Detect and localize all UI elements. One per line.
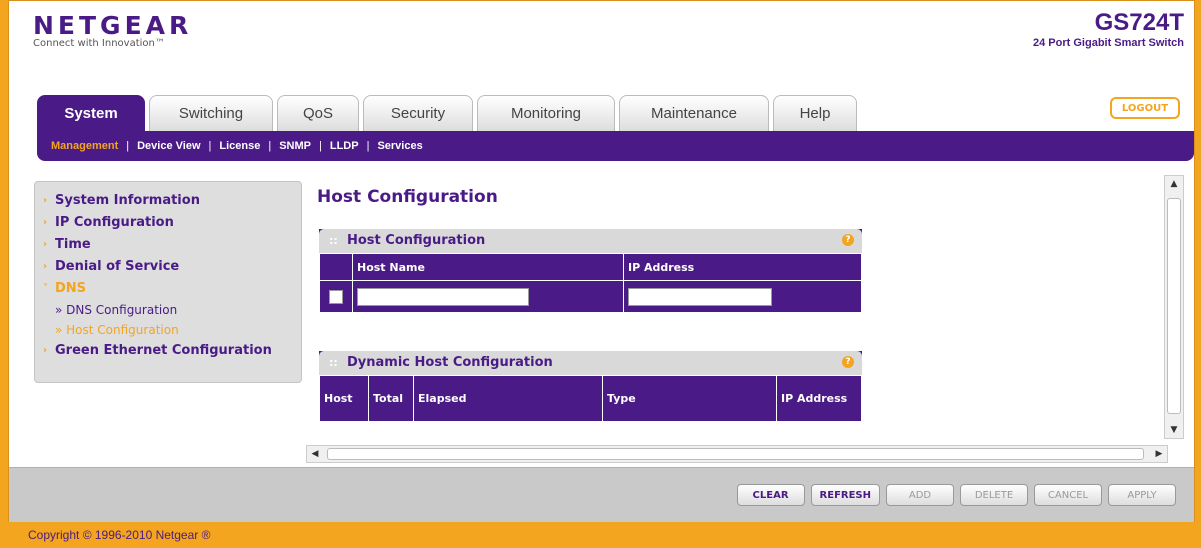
row-checkbox[interactable] bbox=[329, 289, 343, 304]
app-frame: NETGEAR Connect with Innovation™ GS724T … bbox=[8, 0, 1195, 522]
model-name: GS724T bbox=[1094, 9, 1184, 36]
sidebar-subitem-dns-configuration[interactable]: » DNS Configuration bbox=[35, 300, 301, 320]
dynamic-host-table: Host Total Elapsed Type IP Address bbox=[319, 375, 862, 422]
main-tabs: System Switching QoS Security Monitoring… bbox=[37, 95, 857, 131]
clear-button[interactable]: CLEAR bbox=[736, 484, 805, 506]
cancel-button[interactable]: CANCEL bbox=[1034, 484, 1102, 506]
button-bar: CLEAR REFRESH ADD DELETE CANCEL APPLY bbox=[9, 467, 1194, 522]
action-buttons: CLEAR REFRESH ADD DELETE CANCEL APPLY bbox=[736, 484, 1176, 506]
subnav-separator: | bbox=[366, 140, 370, 152]
tab-security[interactable]: Security bbox=[363, 95, 473, 131]
grip-icon: :: bbox=[329, 234, 338, 247]
sidebar-item-label: IP Configuration bbox=[55, 215, 174, 230]
sub-navigation: Management | Device View | License | SNMP | … bbox=[37, 131, 1194, 161]
tab-system[interactable]: System bbox=[37, 95, 145, 131]
sidebar-item-label: DNS bbox=[55, 281, 87, 296]
subnav-separator: | bbox=[208, 140, 212, 152]
subnav-device-view[interactable]: Device View bbox=[137, 140, 200, 152]
chevron-down-icon: ˅ bbox=[43, 283, 48, 294]
header: NETGEAR Connect with Innovation™ GS724T … bbox=[9, 1, 1194, 167]
chevron-right-icon: › bbox=[43, 345, 48, 356]
logout-button[interactable]: LOGOUT bbox=[1110, 97, 1180, 119]
chevron-right-icon: › bbox=[43, 217, 48, 228]
tab-qos[interactable]: QoS bbox=[277, 95, 359, 131]
column-header-host-name: Host Name bbox=[352, 253, 624, 281]
sidebar-subitem-host-configuration[interactable]: » Host Configuration bbox=[35, 320, 301, 340]
scroll-left-icon[interactable]: ◀ bbox=[307, 446, 323, 462]
sidebar-item-denial-of-service[interactable]: › Denial of Service bbox=[35, 256, 301, 278]
subnav-separator: | bbox=[126, 140, 130, 152]
column-header-type: Type bbox=[602, 375, 777, 422]
help-icon[interactable]: ? bbox=[842, 234, 854, 246]
host-config-table: Host Name IP Address bbox=[319, 253, 862, 313]
chevron-right-icon: › bbox=[43, 261, 48, 272]
ip-address-cell bbox=[623, 280, 862, 313]
vertical-scrollbar[interactable]: ▲ ▼ bbox=[1164, 175, 1184, 439]
sidebar-item-label: System Information bbox=[55, 193, 200, 208]
ip-address-input[interactable] bbox=[628, 287, 772, 306]
sidebar-item-label: Green Ethernet Configuration bbox=[55, 343, 272, 358]
section-title: Host Configuration bbox=[347, 233, 486, 248]
sidebar-item-label: Time bbox=[55, 237, 91, 252]
refresh-button[interactable]: REFRESH bbox=[810, 484, 880, 506]
add-button[interactable]: ADD bbox=[886, 484, 954, 506]
page-title: Host Configuration bbox=[317, 187, 498, 207]
scroll-right-icon[interactable]: ▶ bbox=[1151, 446, 1167, 462]
sidebar-item-label: Denial of Service bbox=[55, 259, 180, 274]
tab-maintenance[interactable]: Maintenance bbox=[619, 95, 769, 131]
sidebar-item-time[interactable]: › Time bbox=[35, 234, 301, 256]
chevron-right-icon: › bbox=[43, 195, 48, 206]
tab-help[interactable]: Help bbox=[773, 95, 857, 131]
delete-button[interactable]: DELETE bbox=[960, 484, 1028, 506]
select-column-header bbox=[319, 253, 353, 281]
sidebar-item-green-ethernet[interactable]: › Green Ethernet Configuration bbox=[35, 340, 301, 362]
host-config-section: :: Host Configuration ? Host Name IP Add… bbox=[319, 229, 862, 313]
column-header-total: Total bbox=[368, 375, 414, 422]
section-header: :: Host Configuration ? bbox=[319, 229, 862, 253]
apply-button[interactable]: APPLY bbox=[1108, 484, 1176, 506]
model-info: GS724T 24 Port Gigabit Smart Switch bbox=[1033, 9, 1184, 49]
sidebar: › System Information › IP Configuration › T… bbox=[34, 181, 302, 383]
sidebar-item-system-information[interactable]: › System Information bbox=[35, 190, 301, 212]
grip-icon: :: bbox=[329, 356, 338, 369]
help-icon[interactable]: ? bbox=[842, 356, 854, 368]
scroll-thumb[interactable] bbox=[1167, 198, 1181, 414]
main-content: › System Information › IP Configuration › T… bbox=[21, 171, 1184, 467]
chevron-right-icon: › bbox=[43, 239, 48, 250]
subnav-snmp[interactable]: SNMP bbox=[279, 140, 311, 152]
netgear-logo: NETGEAR Connect with Innovation™ bbox=[33, 11, 192, 49]
scroll-up-icon[interactable]: ▲ bbox=[1165, 176, 1183, 192]
scroll-thumb[interactable] bbox=[327, 448, 1144, 460]
column-header-ip-address: IP Address bbox=[623, 253, 862, 281]
tab-switching[interactable]: Switching bbox=[149, 95, 273, 131]
subnav-license[interactable]: License bbox=[219, 140, 260, 152]
subnav-lldp[interactable]: LLDP bbox=[330, 140, 359, 152]
scroll-down-icon[interactable]: ▼ bbox=[1165, 422, 1183, 438]
subnav-services[interactable]: Services bbox=[377, 140, 422, 152]
subnav-separator: | bbox=[318, 140, 322, 152]
copyright-text: Copyright © 1996-2010 Netgear ® bbox=[28, 528, 211, 542]
column-header-elapsed: Elapsed bbox=[413, 375, 603, 422]
subnav-management[interactable]: Management bbox=[51, 140, 118, 152]
column-header-host: Host bbox=[319, 375, 369, 422]
section-header: :: Dynamic Host Configuration ? bbox=[319, 351, 862, 375]
brand-name: NETGEAR bbox=[33, 11, 193, 40]
host-name-cell bbox=[352, 280, 624, 313]
subnav-separator: | bbox=[268, 140, 272, 152]
horizontal-scrollbar[interactable]: ◀ ▶ bbox=[306, 445, 1168, 463]
sidebar-item-dns[interactable]: ˅ DNS bbox=[35, 278, 301, 300]
host-name-input[interactable] bbox=[357, 287, 529, 306]
select-cell bbox=[319, 280, 353, 313]
model-description: 24 Port Gigabit Smart Switch bbox=[1033, 37, 1184, 49]
section-title: Dynamic Host Configuration bbox=[347, 355, 553, 370]
column-header-ip-address: IP Address bbox=[776, 375, 862, 422]
dynamic-host-section: :: Dynamic Host Configuration ? Host Tot… bbox=[319, 351, 862, 422]
sidebar-item-ip-configuration[interactable]: › IP Configuration bbox=[35, 212, 301, 234]
tab-monitoring[interactable]: Monitoring bbox=[477, 95, 615, 131]
